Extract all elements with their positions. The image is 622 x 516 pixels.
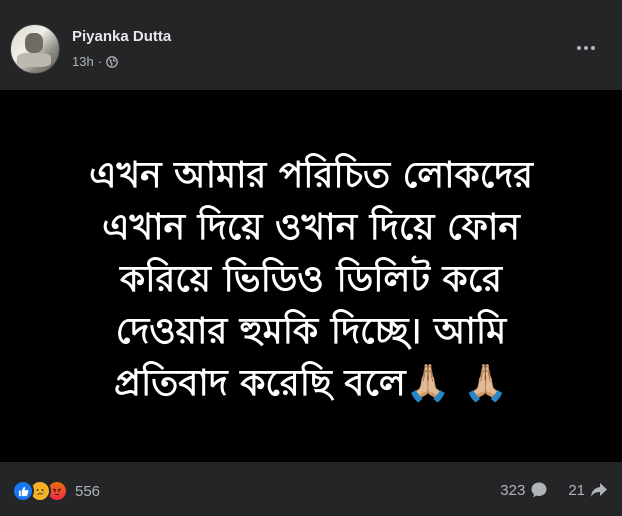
post-footer: 556 323 21 [0,462,622,516]
share-count-button[interactable]: 21 [568,481,608,499]
comment-count-button[interactable]: 323 [500,481,548,499]
post-text-line: প্রতিবাদ করেছি বলে🙏🏼 🙏🏼 [114,363,508,404]
reactions-summary[interactable]: 556 [12,480,100,502]
dot [591,46,595,50]
post-text-image[interactable]: এখন আমার পরিচিত লোকদের এখান দিয়ে ওখান দ… [0,90,622,462]
post-header: Piyanka Dutta 13h · [0,0,622,90]
share-icon [591,483,607,497]
avatar-shape [17,53,51,67]
post-stats: 323 21 [500,481,608,499]
comment-count: 323 [500,481,526,499]
author-name[interactable]: Piyanka Dutta [72,28,171,45]
globe-icon [106,55,118,68]
dot [584,46,588,50]
reaction-count: 556 [75,482,101,500]
post-text: এখন আমার পরিচিত লোকদের এখান দিয়ে ওখান দ… [11,150,611,410]
like-icon [12,480,34,502]
post-text-line: দেওয়ার হুমকি দিচ্ছে। আমি [115,311,507,352]
post-text-line: করিয়ে ভিডিও ডিলিট করে [120,259,502,300]
post-text-line: এখান দিয়ে ওখান দিয়ে ফোন [102,207,520,248]
post-text-line: এখন আমার পরিচিত লোকদের [89,155,533,196]
more-options-button[interactable] [572,38,600,58]
post-time[interactable]: 13h [72,54,94,69]
share-count: 21 [568,481,585,499]
meta-separator: · [97,54,103,69]
more-options-icon [577,46,581,50]
comment-icon [531,482,547,498]
avatar[interactable] [10,24,60,74]
post-meta: 13h · [72,54,118,69]
avatar-shape [25,33,43,53]
